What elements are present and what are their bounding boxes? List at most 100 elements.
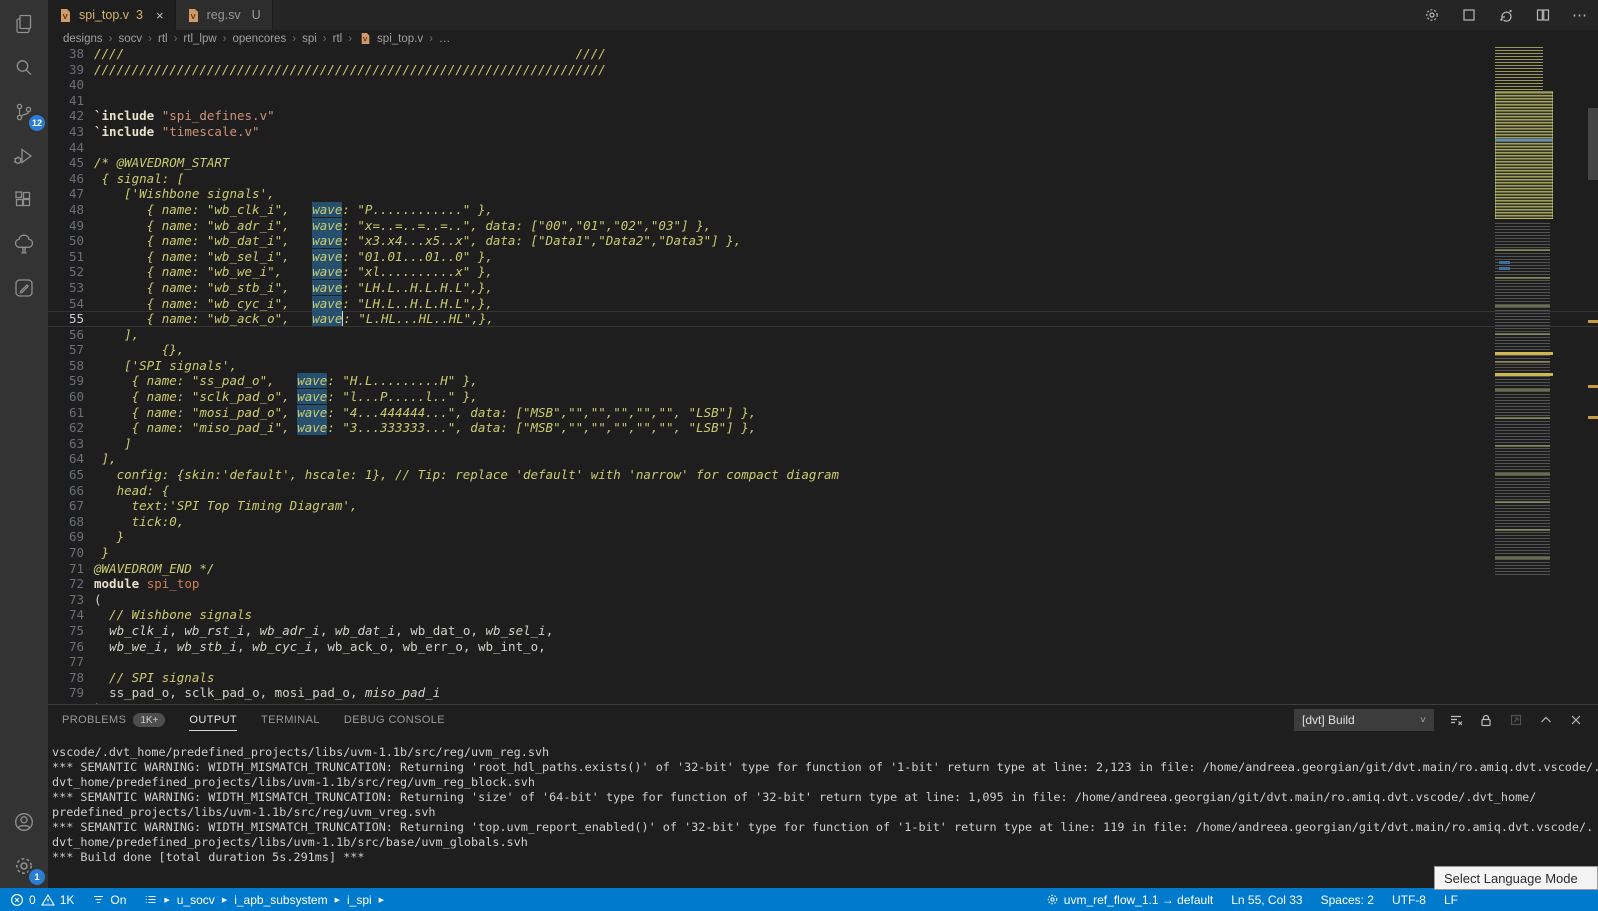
line-number[interactable]: 49 bbox=[48, 218, 84, 234]
line-number[interactable]: 74 bbox=[48, 607, 84, 623]
line-number[interactable]: 55 bbox=[48, 311, 84, 327]
code-line[interactable]: 48 { name: "wb_clk_i", wave: "P.........… bbox=[48, 202, 1598, 218]
line-number[interactable]: 56 bbox=[48, 327, 84, 343]
code-line[interactable]: 46 { signal: [ bbox=[48, 171, 1598, 187]
problems-status[interactable]: 0 1K bbox=[10, 893, 74, 907]
breadcrumb-item[interactable]: spi bbox=[302, 33, 317, 45]
code-line[interactable]: 47 ['Wishbone signals', bbox=[48, 186, 1598, 202]
sidebar-item-verification-tree[interactable] bbox=[0, 222, 48, 266]
line-number[interactable]: 45 bbox=[48, 155, 84, 171]
line-number[interactable]: 63 bbox=[48, 436, 84, 452]
code-editor[interactable]: 38//// ////39///////////////////////////… bbox=[48, 47, 1598, 704]
lock-icon[interactable] bbox=[1478, 712, 1494, 728]
breadcrumb-item[interactable]: rtl_lpw bbox=[183, 33, 216, 45]
code-line[interactable]: 74 // Wishbone signals bbox=[48, 607, 1598, 623]
checkbox-icon[interactable] bbox=[1461, 7, 1477, 23]
tab-debug-console[interactable]: DEBUG CONSOLE bbox=[344, 710, 445, 730]
code-line[interactable]: 66 head: { bbox=[48, 483, 1598, 499]
code-line[interactable]: 77 bbox=[48, 654, 1598, 670]
code-line[interactable]: 43`include "timescale.v" bbox=[48, 124, 1598, 140]
scrollbar-thumb[interactable] bbox=[1588, 108, 1598, 180]
line-number[interactable]: 69 bbox=[48, 529, 84, 545]
line-number[interactable]: 62 bbox=[48, 420, 84, 436]
code-line[interactable]: 79 ss_pad_o, sclk_pad_o, mosi_pad_o, mis… bbox=[48, 685, 1598, 701]
close-icon[interactable]: × bbox=[156, 8, 164, 23]
cursor-position[interactable]: Ln 55, Col 33 bbox=[1231, 893, 1302, 907]
output-log[interactable]: vscode/.dvt_home/predefined_projects/lib… bbox=[52, 745, 1598, 888]
breadcrumb-tail[interactable]: … bbox=[439, 33, 451, 45]
line-number[interactable]: 48 bbox=[48, 202, 84, 218]
tab-output[interactable]: OUTPUT bbox=[189, 710, 237, 731]
code-line[interactable]: 76 wb_we_i, wb_stb_i, wb_cyc_i, wb_ack_o… bbox=[48, 639, 1598, 655]
line-number[interactable]: 42 bbox=[48, 108, 84, 124]
breadcrumb-item[interactable]: designs bbox=[63, 33, 103, 45]
breadcrumb-item[interactable]: socv bbox=[118, 33, 142, 45]
clear-output-icon[interactable] bbox=[1448, 712, 1464, 728]
line-number[interactable]: 78 bbox=[48, 670, 84, 686]
code-line[interactable]: 41 bbox=[48, 93, 1598, 109]
tab-problems[interactable]: PROBLEMS 1K+ bbox=[62, 709, 165, 731]
code-line[interactable]: 55 { name: "wb_ack_o", wave: "L.HL...HL.… bbox=[48, 311, 1598, 327]
line-number[interactable]: 44 bbox=[48, 140, 84, 156]
line-number[interactable]: 39 bbox=[48, 62, 84, 78]
line-number[interactable]: 61 bbox=[48, 405, 84, 421]
sync-icon[interactable] bbox=[1498, 7, 1514, 23]
code-line[interactable]: 63 ] bbox=[48, 436, 1598, 452]
line-number[interactable]: 71 bbox=[48, 561, 84, 577]
code-line[interactable]: 70 } bbox=[48, 545, 1598, 561]
line-number[interactable]: 64 bbox=[48, 451, 84, 467]
code-line[interactable]: 61 { name: "mosi_pad_o", wave: "4...4444… bbox=[48, 405, 1598, 421]
code-line[interactable]: 42`include "spi_defines.v" bbox=[48, 108, 1598, 124]
line-number[interactable]: 50 bbox=[48, 233, 84, 249]
minimap[interactable] bbox=[1495, 47, 1553, 575]
code-line[interactable]: 59 { name: "ss_pad_o", wave: "H.L.......… bbox=[48, 373, 1598, 389]
tab-reg-sv[interactable]: V reg.sv U bbox=[176, 0, 273, 30]
line-number[interactable]: 53 bbox=[48, 280, 84, 296]
build-flow-status[interactable]: uvm_ref_flow_1.1 → default bbox=[1046, 893, 1213, 907]
sidebar-item-extensions[interactable] bbox=[0, 178, 48, 222]
sidebar-item-explorer[interactable] bbox=[0, 2, 48, 46]
line-number[interactable]: 47 bbox=[48, 186, 84, 202]
line-number[interactable]: 38 bbox=[48, 47, 84, 62]
line-number[interactable]: 75 bbox=[48, 623, 84, 639]
gear-icon[interactable] bbox=[1424, 7, 1440, 23]
code-line[interactable]: 71@WAVEDROM_END */ bbox=[48, 561, 1598, 577]
line-number[interactable]: 73 bbox=[48, 592, 84, 608]
line-number[interactable]: 40 bbox=[48, 77, 84, 93]
breadcrumb-item[interactable]: rtl bbox=[158, 33, 168, 45]
design-scope[interactable]: ▶ u_socv ▶ i_apb_subsystem ▶ i_spi ▶ bbox=[144, 893, 386, 907]
code-line[interactable]: 73( bbox=[48, 592, 1598, 608]
line-number[interactable]: 65 bbox=[48, 467, 84, 483]
breadcrumb-item[interactable]: opencores bbox=[233, 33, 287, 45]
code-line[interactable]: 67 text:'SPI Top Timing Diagram', bbox=[48, 498, 1598, 514]
tab-terminal[interactable]: TERMINAL bbox=[261, 710, 320, 730]
indentation[interactable]: Spaces: 2 bbox=[1321, 893, 1374, 907]
code-line[interactable]: 68 tick:0, bbox=[48, 514, 1598, 530]
line-number[interactable]: 66 bbox=[48, 483, 84, 499]
code-line[interactable]: 54 { name: "wb_cyc_i", wave: "LH.L..H.L.… bbox=[48, 296, 1598, 312]
code-line[interactable]: 49 { name: "wb_adr_i", wave: "x=..=..=..… bbox=[48, 218, 1598, 234]
line-number[interactable]: 41 bbox=[48, 93, 84, 109]
code-line[interactable]: 72module spi_top bbox=[48, 576, 1598, 592]
eol-indicator[interactable]: LF bbox=[1444, 893, 1458, 907]
code-line[interactable]: 78 // SPI signals bbox=[48, 670, 1598, 686]
line-number[interactable]: 59 bbox=[48, 373, 84, 389]
code-line[interactable]: 62 { name: "miso_pad_i", wave: "3...3333… bbox=[48, 420, 1598, 436]
line-number[interactable]: 68 bbox=[48, 514, 84, 530]
output-channel-select[interactable]: [dvt] Build ˅ bbox=[1294, 709, 1434, 731]
breadcrumb-item[interactable]: rtl bbox=[333, 33, 343, 45]
line-number[interactable]: 58 bbox=[48, 358, 84, 374]
code-line[interactable]: 50 { name: "wb_dat_i", wave: "x3.x4...x5… bbox=[48, 233, 1598, 249]
account-button[interactable] bbox=[0, 800, 48, 844]
line-number[interactable]: 76 bbox=[48, 639, 84, 655]
code-line[interactable]: 44 bbox=[48, 140, 1598, 156]
line-number[interactable]: 54 bbox=[48, 296, 84, 312]
code-line[interactable]: 56 ], bbox=[48, 327, 1598, 343]
sidebar-item-run-debug[interactable] bbox=[0, 134, 48, 178]
settings-button[interactable]: 1 bbox=[0, 844, 48, 888]
code-line[interactable]: 60 { name: "sclk_pad_o", wave: "l...P...… bbox=[48, 389, 1598, 405]
open-in-editor-icon[interactable] bbox=[1508, 712, 1524, 728]
code-line[interactable]: 57 {}, bbox=[48, 342, 1598, 358]
code-line[interactable]: 53 { name: "wb_stb_i", wave: "LH.L..H.L.… bbox=[48, 280, 1598, 296]
code-line[interactable]: 38//// //// bbox=[48, 47, 1598, 62]
